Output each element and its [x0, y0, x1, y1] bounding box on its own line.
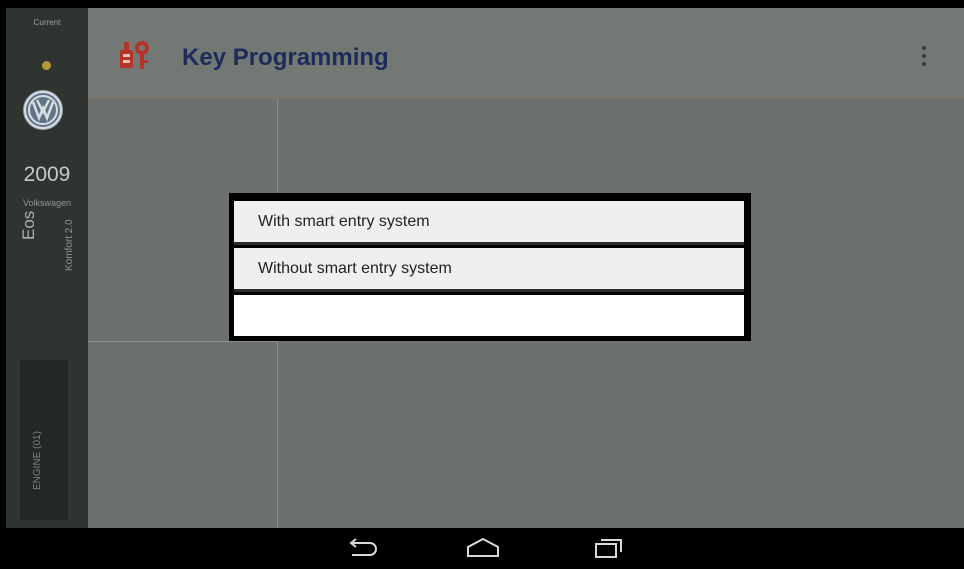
option-label: With smart entry system: [258, 213, 430, 230]
screen: Current 2009 Volkswagen Eos Komfort 2.0 …: [0, 0, 964, 569]
key-programming-icon: [118, 38, 152, 72]
vehicle-info-panel: Current 2009 Volkswagen Eos Komfort 2.0 …: [6, 8, 88, 528]
overflow-menu-icon[interactable]: [920, 46, 928, 68]
vehicle-make: Volkswagen: [22, 198, 72, 208]
divider-horizontal: [88, 341, 277, 342]
vehicle-model: Eos: [19, 210, 38, 240]
page-title: Key Programming: [182, 44, 389, 71]
vehicle-year: 2009: [23, 163, 71, 186]
option-label: Without smart entry system: [258, 260, 452, 277]
status-label: Current: [33, 18, 61, 27]
android-nav-bar: [0, 528, 964, 569]
back-icon[interactable]: [344, 536, 378, 560]
option-with-smart-entry[interactable]: With smart entry system: [234, 201, 744, 245]
dialog-empty-area: [234, 295, 744, 336]
option-without-smart-entry[interactable]: Without smart entry system: [234, 248, 744, 292]
module-button[interactable]: ENGINE (01): [20, 360, 68, 520]
vehicle-trim: Komfort 2.0: [64, 219, 75, 271]
module-label: ENGINE (01): [32, 431, 43, 490]
home-icon[interactable]: [464, 536, 502, 560]
recents-icon[interactable]: [592, 536, 624, 560]
selection-dialog: With smart entry system Without smart en…: [229, 193, 751, 341]
status-indicator: [42, 61, 51, 70]
app-header: Key Programming: [88, 8, 964, 99]
vw-logo: [23, 90, 63, 130]
